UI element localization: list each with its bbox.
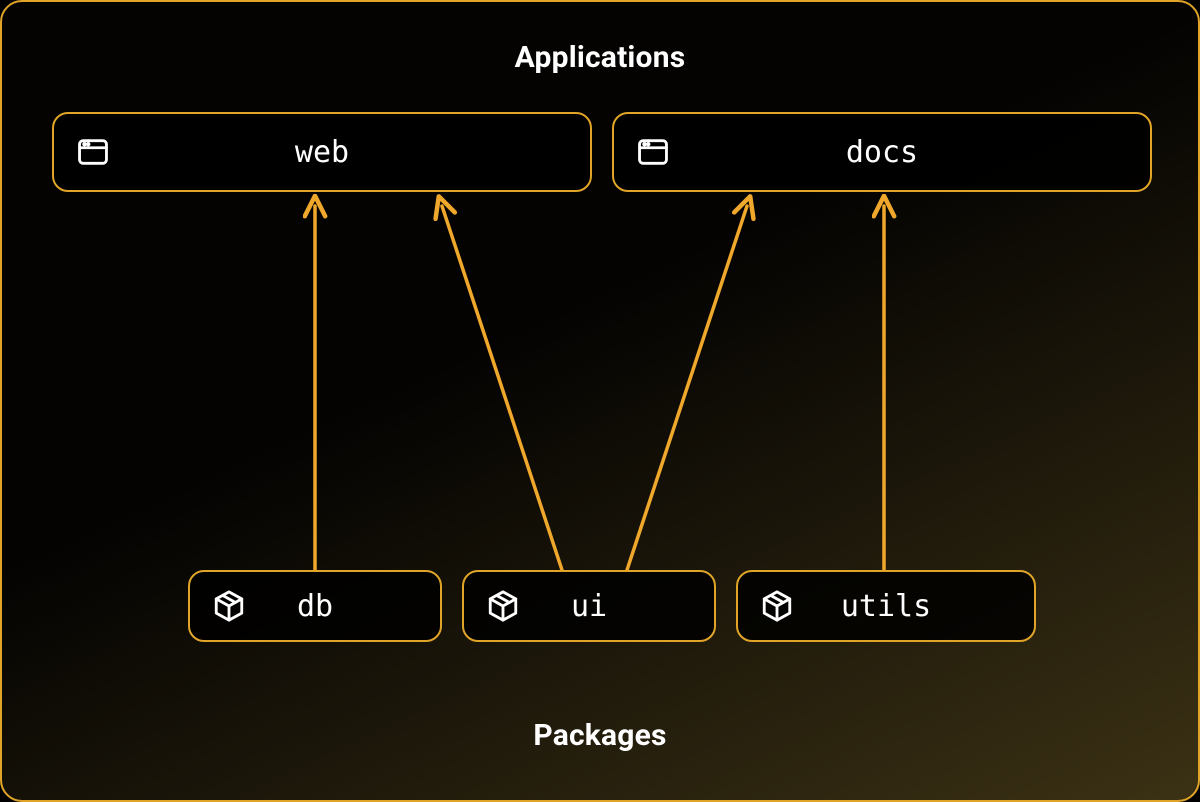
package-node-utils: utils <box>736 570 1036 642</box>
package-box-icon <box>486 589 520 623</box>
app-node-web: web <box>52 112 592 192</box>
package-box-icon <box>760 589 794 623</box>
app-node-docs: docs <box>612 112 1152 192</box>
edge-ui-to-web <box>442 206 562 570</box>
app-node-label: docs <box>670 135 1094 170</box>
package-node-db: db <box>188 570 442 642</box>
diagram-frame: Applications Packages web <box>0 0 1200 802</box>
package-node-label: ui <box>520 589 658 624</box>
app-window-icon <box>636 135 670 169</box>
app-node-label: web <box>110 135 534 170</box>
package-node-label: db <box>246 589 384 624</box>
package-box-icon <box>212 589 246 623</box>
package-node-label: utils <box>794 589 978 624</box>
edge-ui-to-docs <box>627 206 747 570</box>
package-node-ui: ui <box>462 570 716 642</box>
app-window-icon <box>76 135 110 169</box>
